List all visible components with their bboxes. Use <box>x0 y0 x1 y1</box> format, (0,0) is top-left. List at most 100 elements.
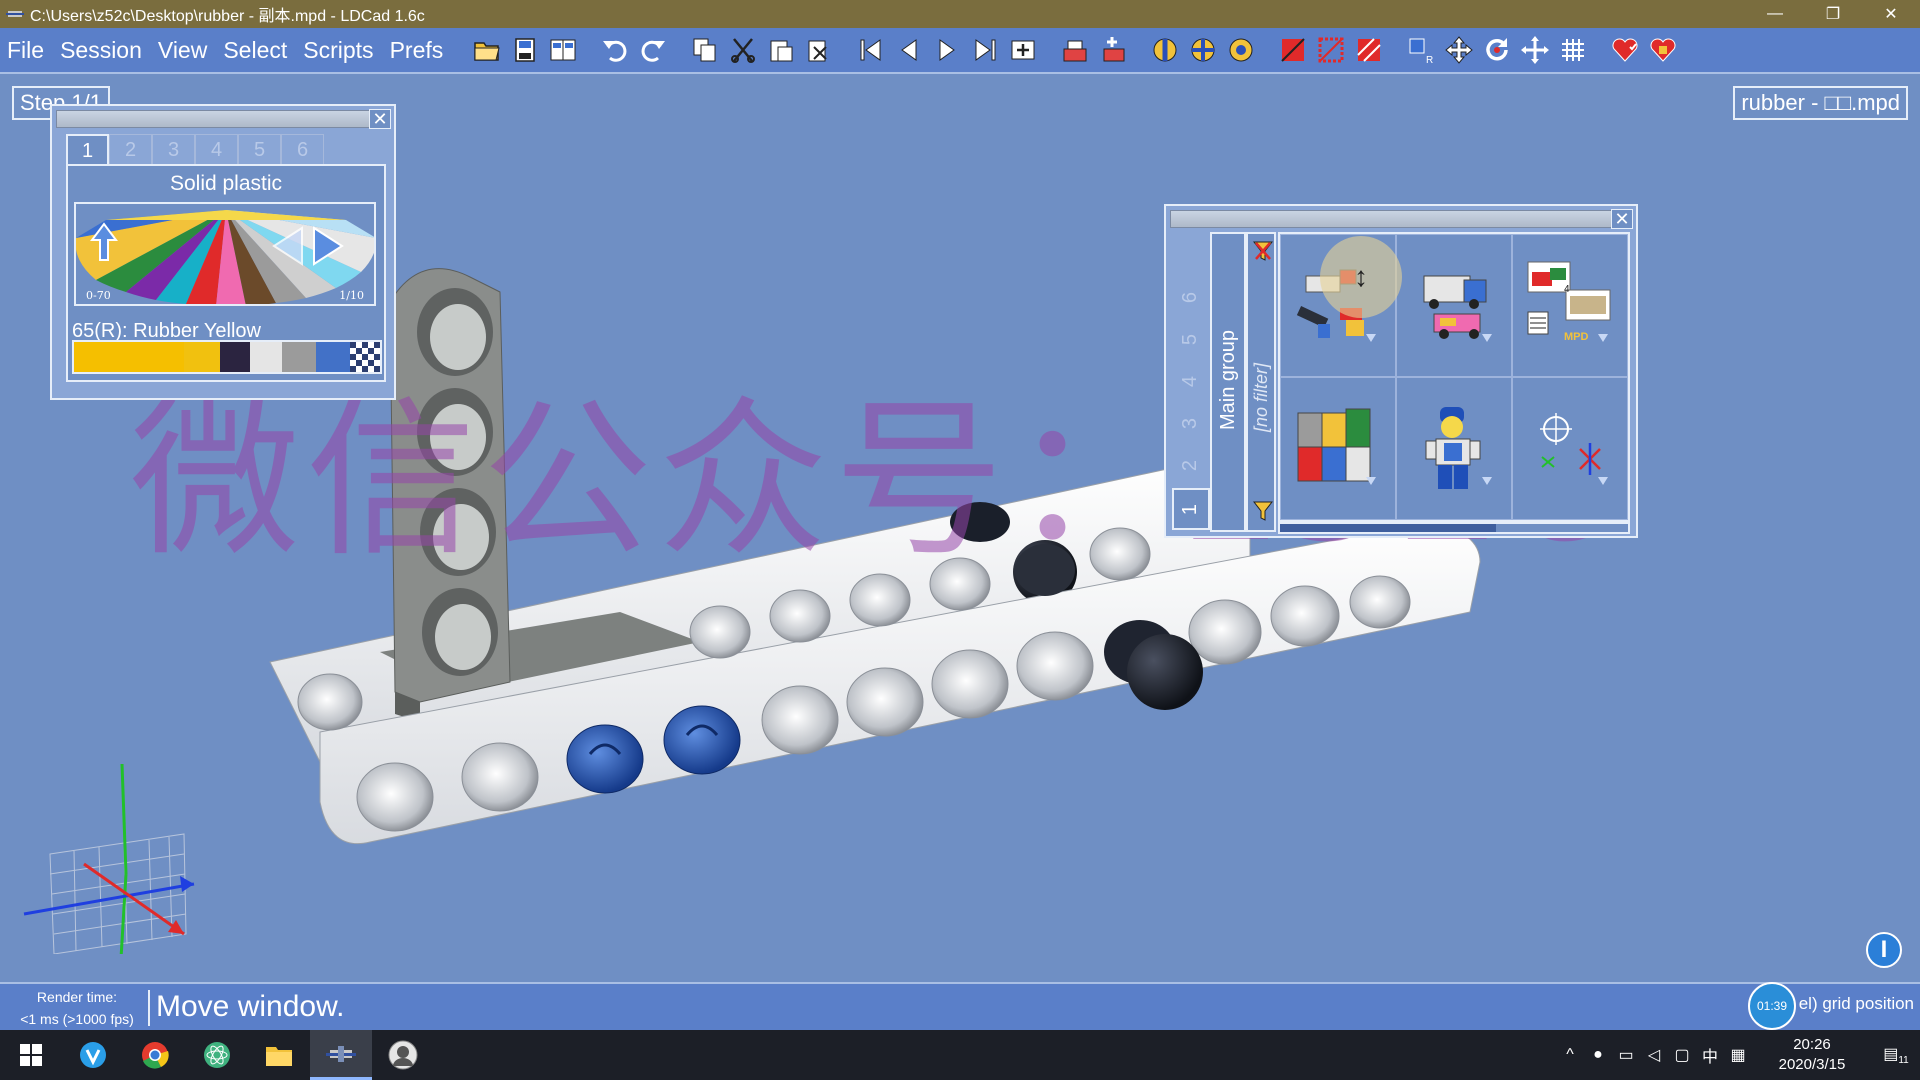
folder-icon[interactable] <box>265 1043 293 1067</box>
menu-view[interactable]: View <box>150 37 215 64</box>
favorite-remove-icon[interactable] <box>1647 34 1679 66</box>
pov-icon-3[interactable] <box>1225 34 1257 66</box>
atom-icon[interactable] <box>203 1041 231 1069</box>
swatch-grey[interactable] <box>282 342 316 372</box>
add-submodel-icon[interactable] <box>1059 34 1091 66</box>
open-icon[interactable] <box>471 34 503 66</box>
paste-special-icon[interactable] <box>803 34 835 66</box>
swatch-white[interactable] <box>250 342 282 372</box>
bin-filter-strip[interactable]: [no filter] <box>1246 232 1276 532</box>
restore-button[interactable]: ❐ <box>1804 4 1862 24</box>
minimize-button[interactable]: — <box>1746 5 1804 23</box>
part-bin-panel[interactable]: ✕ 1 2 3 4 5 6 Main group [no filter] 4 M… <box>1164 204 1638 538</box>
bin-tab-3[interactable]: 3 <box>1172 402 1210 444</box>
avatar-icon[interactable] <box>388 1040 418 1070</box>
menu-scripts[interactable]: Scripts <box>295 37 381 64</box>
bin-cell-colors[interactable] <box>1280 377 1396 520</box>
bin-tab-1[interactable]: 1 <box>1172 488 1210 530</box>
first-step-icon[interactable] <box>855 34 887 66</box>
color-tab-2[interactable]: 2 <box>109 134 152 164</box>
tray-battery-icon[interactable]: ▭ <box>1612 1045 1640 1065</box>
last-step-icon[interactable] <box>969 34 1001 66</box>
color-wheel-graphic[interactable] <box>76 204 376 306</box>
copy-icon[interactable] <box>689 34 721 66</box>
bin-tab-2[interactable]: 2 <box>1172 444 1210 486</box>
helpers-icon[interactable] <box>1520 399 1620 499</box>
tray-expand-icon[interactable]: ^ <box>1556 1046 1584 1064</box>
clear-filter-icon[interactable] <box>1253 240 1273 262</box>
close-icon[interactable]: ✕ <box>1611 209 1633 229</box>
taskbar-avatar[interactable] <box>372 1030 434 1080</box>
close-icon[interactable]: ✕ <box>369 109 391 129</box>
color-tab-6[interactable]: 6 <box>281 134 324 164</box>
bin-tab-6[interactable]: 6 <box>1172 276 1210 318</box>
favorite-icon[interactable] <box>1609 34 1641 66</box>
bin-scrollbar[interactable] <box>1278 522 1630 534</box>
color-wheel[interactable]: 0-70 1/10 <box>74 202 376 306</box>
minifig-icon[interactable] <box>1404 399 1504 499</box>
swatch-yellow[interactable] <box>184 342 220 372</box>
menu-file[interactable]: File <box>0 37 52 64</box>
color-tab-4[interactable]: 4 <box>195 134 238 164</box>
undo-icon[interactable] <box>599 34 631 66</box>
taskbar-atom[interactable] <box>186 1030 248 1080</box>
redo-icon[interactable] <box>637 34 669 66</box>
filter-icon[interactable] <box>1253 500 1273 522</box>
start-button[interactable] <box>0 1030 62 1080</box>
notification-center-icon[interactable]: ▤11 <box>1872 1044 1920 1066</box>
translate-icon[interactable] <box>1519 34 1551 66</box>
cut-icon[interactable] <box>727 34 759 66</box>
ldcad-icon[interactable] <box>326 1044 356 1064</box>
prev-step-icon[interactable] <box>893 34 925 66</box>
paste-icon[interactable] <box>765 34 797 66</box>
add-step-icon[interactable] <box>1007 34 1039 66</box>
color-picker-panel[interactable]: ✕ 1 2 3 4 5 6 Solid plastic 0-70 1/10 65… <box>50 104 396 400</box>
hide-icon-2[interactable] <box>1315 34 1347 66</box>
color-bricks-icon[interactable] <box>1288 399 1388 499</box>
v-app-icon[interactable] <box>79 1041 107 1069</box>
taskbar-ldcad[interactable] <box>310 1030 372 1080</box>
pov-icon-1[interactable] <box>1149 34 1181 66</box>
color-tab-3[interactable]: 3 <box>152 134 195 164</box>
tray-qq-icon[interactable]: ● <box>1584 1046 1612 1064</box>
menu-select[interactable]: Select <box>215 37 295 64</box>
bin-cell-helpers[interactable] <box>1512 377 1628 520</box>
chrome-icon[interactable] <box>141 1041 169 1069</box>
select-region-icon[interactable]: R <box>1405 34 1437 66</box>
color-tab-1[interactable]: 1 <box>66 134 109 164</box>
taskbar-vscode-like[interactable] <box>62 1030 124 1080</box>
insert-part-icon[interactable] <box>1097 34 1129 66</box>
panel-grip[interactable]: ✕ <box>56 109 391 129</box>
save-icon[interactable] <box>509 34 541 66</box>
bin-tab-4[interactable]: 4 <box>1172 360 1210 402</box>
close-button[interactable]: ✕ <box>1862 4 1920 24</box>
bin-group-strip[interactable]: Main group <box>1210 232 1246 532</box>
title-bar[interactable]: C:\Users\z52c\Desktop\rubber - 副本.mpd - … <box>0 0 1920 28</box>
panel-grip[interactable]: ✕ <box>1170 209 1633 229</box>
tray-ime-indicator[interactable]: 中 <box>1696 1043 1724 1067</box>
save-all-icon[interactable] <box>547 34 579 66</box>
tray-keyboard-icon[interactable]: ▦ <box>1724 1045 1752 1065</box>
color-tab-5[interactable]: 5 <box>238 134 281 164</box>
rotate-icon[interactable] <box>1481 34 1513 66</box>
bin-tab-5[interactable]: 5 <box>1172 318 1210 360</box>
swatch-dark[interactable] <box>220 342 250 372</box>
taskbar-clock[interactable]: 20:26 2020/3/15 <box>1764 1035 1860 1075</box>
mpd-models-icon[interactable]: 4 MPD <box>1520 256 1620 356</box>
menu-session[interactable]: Session <box>52 37 150 64</box>
taskbar-explorer[interactable] <box>248 1030 310 1080</box>
info-icon[interactable]: I <box>1866 932 1902 968</box>
vehicles-icon[interactable] <box>1404 256 1504 356</box>
tray-volume-icon[interactable]: ◁ <box>1640 1045 1668 1065</box>
bin-scroll-thumb[interactable] <box>1280 524 1496 532</box>
taskbar-chrome[interactable] <box>124 1030 186 1080</box>
bin-cell-minifig[interactable] <box>1396 377 1512 520</box>
bin-cell-vehicles[interactable] <box>1396 234 1512 377</box>
bin-cell-mpd[interactable]: 4 MPD <box>1512 234 1628 377</box>
grid-icon[interactable] <box>1557 34 1589 66</box>
windows-icon[interactable] <box>20 1044 42 1066</box>
swatch-rubber-yellow[interactable] <box>74 342 184 372</box>
tray-network-icon[interactable]: ▢ <box>1668 1045 1696 1065</box>
pov-icon-2[interactable] <box>1187 34 1219 66</box>
next-step-icon[interactable] <box>931 34 963 66</box>
